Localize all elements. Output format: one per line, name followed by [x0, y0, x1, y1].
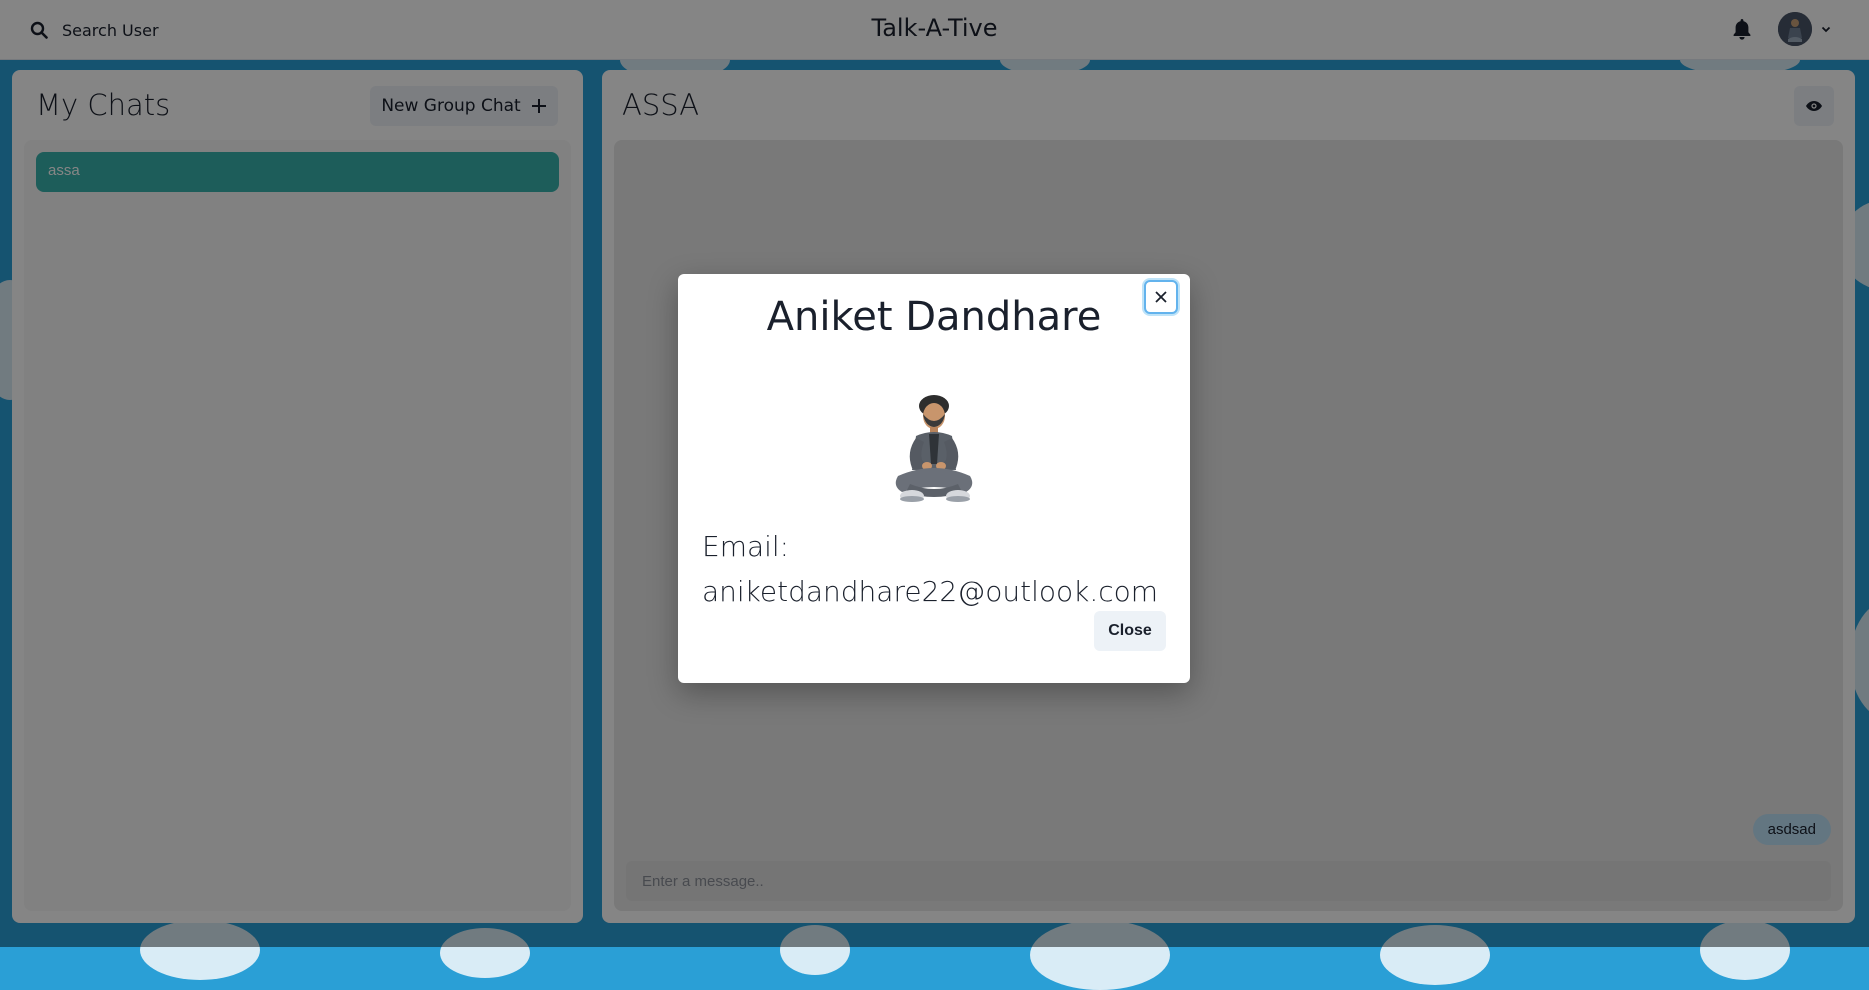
profile-avatar-image	[895, 395, 973, 502]
modal-close-button[interactable]: Close	[1094, 611, 1166, 651]
modal-email-block: Email: aniketdandhare22@outlook.com	[702, 524, 1172, 614]
email-label: Email:	[702, 530, 790, 563]
modal-title: Aniket Dandhare	[766, 294, 1102, 340]
modal-close-x-button[interactable]	[1144, 280, 1178, 314]
profile-modal: Aniket Dandhare Email: aniketdandhare22@…	[678, 274, 1190, 683]
email-value: aniketdandhare22@outlook.com	[702, 575, 1159, 608]
close-icon	[1155, 291, 1167, 303]
